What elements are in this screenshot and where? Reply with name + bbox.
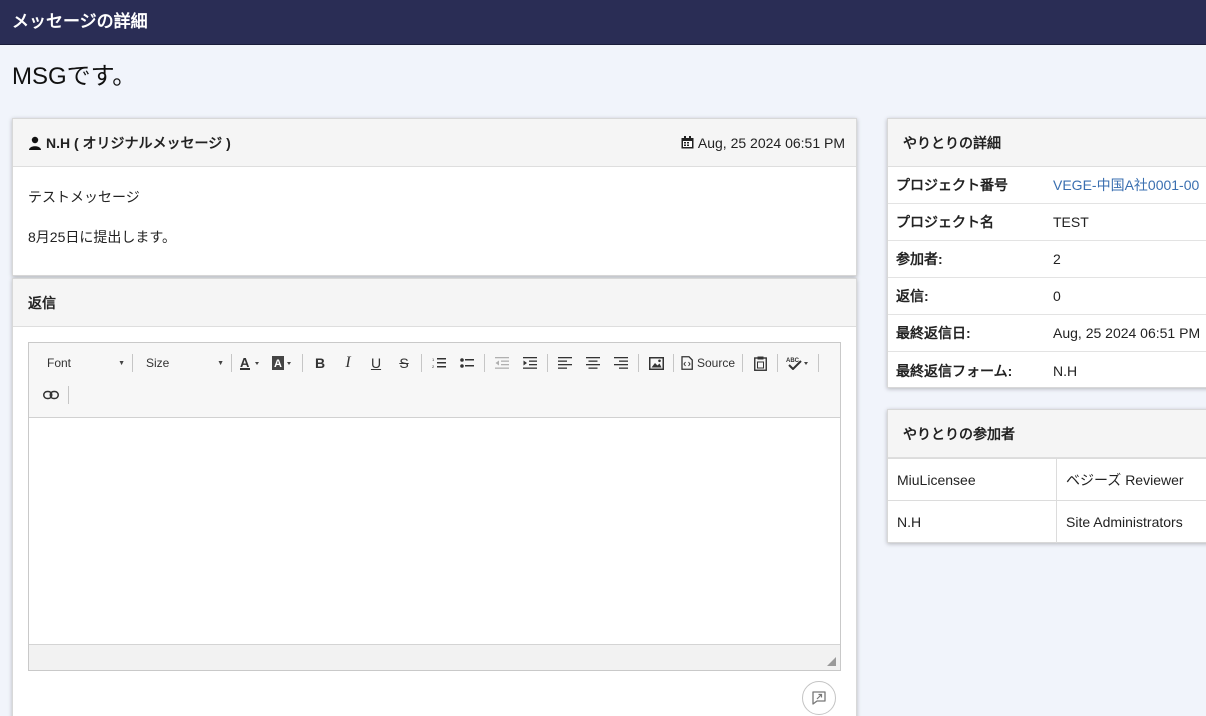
message-date: Aug, 25 2024 06:51 PM <box>681 135 845 151</box>
thread-details-panel: やりとりの詳細 プロジェクト番号 VEGE-中国A社0001-00 プロジェクト… <box>887 118 1206 388</box>
font-select[interactable]: Font ▼ <box>37 352 129 374</box>
thread-details-header: やりとりの詳細 <box>888 119 1206 167</box>
detail-label: 最終返信日: <box>896 325 971 341</box>
underline-icon[interactable]: U <box>362 351 390 375</box>
detail-row-last-reply-date: 最終返信日: Aug, 25 2024 06:51 PM <box>888 315 1206 352</box>
align-left-icon[interactable] <box>551 351 579 375</box>
toolbar-divider <box>777 354 779 372</box>
toolbar-divider <box>231 354 232 372</box>
svg-text:A: A <box>240 356 250 370</box>
source-icon <box>681 356 693 370</box>
svg-text:2: 2 <box>432 364 435 369</box>
detail-label: プロジェクト番号 <box>896 177 1008 193</box>
size-select-label: Size <box>146 356 170 370</box>
original-message-panel: N.H ( オリジナルメッセージ ) Aug, 25 2024 06:51 PM… <box>12 118 857 276</box>
participant-role: ベジーズ Reviewer <box>1066 471 1184 488</box>
participants-table: MiuLicensee ベジーズ Reviewer N.H Site Admin… <box>888 458 1206 543</box>
svg-text:A: A <box>274 358 282 370</box>
page-header: メッセージの詳細 <box>0 0 1206 45</box>
indent-icon[interactable] <box>516 351 544 375</box>
calendar-icon <box>681 136 694 149</box>
spellcheck-icon[interactable]: ABC <box>781 351 815 375</box>
detail-label: 返信: <box>896 288 929 304</box>
link-icon[interactable] <box>37 383 65 407</box>
toolbar-divider <box>673 354 674 372</box>
chevron-down-icon: ▼ <box>217 359 224 367</box>
thread-details-table: プロジェクト番号 VEGE-中国A社0001-00 プロジェクト名 TEST 参… <box>888 167 1206 389</box>
user-icon <box>29 136 41 150</box>
toolbar-divider <box>547 354 548 372</box>
detail-label: 最終返信フォーム: <box>896 362 1013 379</box>
project-number-link[interactable]: VEGE-中国A社0001-00 <box>1053 175 1206 195</box>
bold-icon[interactable]: B <box>306 351 334 375</box>
editor-status-bar <box>29 644 840 670</box>
toolbar-divider <box>742 354 744 372</box>
toolbar-divider <box>421 354 422 372</box>
text-color-icon[interactable]: A <box>235 351 267 375</box>
message-subject: MSGです。 <box>12 63 137 90</box>
editor-content-area[interactable] <box>29 418 840 644</box>
align-center-icon[interactable] <box>579 351 607 375</box>
toolbar-divider <box>68 386 69 404</box>
resize-handle-icon[interactable] <box>827 657 836 666</box>
thread-participants-header: やりとりの参加者 <box>888 410 1206 458</box>
message-line: テストメッセージ <box>28 189 140 205</box>
paste-icon[interactable] <box>746 351 774 375</box>
detail-row-project-number: プロジェクト番号 VEGE-中国A社0001-00 <box>888 167 1206 204</box>
original-message-header: N.H ( オリジナルメッセージ ) Aug, 25 2024 06:51 PM <box>13 119 856 167</box>
participant-name: MiuLicensee <box>888 459 1057 500</box>
numbered-list-icon[interactable]: 12 <box>425 351 453 375</box>
strikethrough-icon[interactable]: S <box>390 351 418 375</box>
message-line: 8月25日に提出します。 <box>28 229 176 245</box>
detail-label: 参加者: <box>896 251 943 267</box>
send-reply-icon <box>812 691 826 705</box>
editor-toolbar: Font ▼ Size ▼ A A B I U S 1 2 Source ABC <box>29 343 840 418</box>
chevron-down-icon: ▼ <box>118 359 125 367</box>
background-color-icon[interactable]: A <box>267 351 299 375</box>
svg-text:1: 1 <box>432 357 435 362</box>
message-author-name: N.H ( オリジナルメッセージ ) <box>46 134 231 151</box>
size-select[interactable]: Size ▼ <box>136 352 228 374</box>
participant-name: N.H <box>888 501 1057 543</box>
rich-text-editor: Font ▼ Size ▼ A A B I U S 1 2 Source ABC <box>28 342 841 671</box>
font-select-label: Font <box>47 356 72 370</box>
table-row: MiuLicensee ベジーズ Reviewer <box>888 459 1206 501</box>
participant-role: Site Administrators <box>1066 514 1183 530</box>
reply-panel: 返信 Font ▼ Size ▼ A A B I U S 1 2 Source … <box>12 278 857 716</box>
message-date-text: Aug, 25 2024 06:51 PM <box>697 134 845 151</box>
page-header-title: メッセージの詳細 <box>12 12 148 31</box>
detail-value: N.H <box>1053 362 1078 379</box>
detail-row-participants: 参加者: 2 <box>888 241 1206 278</box>
source-button[interactable]: Source <box>677 351 739 375</box>
thread-participants-panel: やりとりの参加者 MiuLicensee ベジーズ Reviewer N.H S… <box>887 409 1206 543</box>
detail-label: プロジェクト名 <box>896 214 994 230</box>
source-button-label: Source <box>697 356 736 370</box>
detail-value: Aug, 25 2024 06:51 PM <box>1053 325 1201 341</box>
send-reply-button[interactable] <box>802 681 836 715</box>
detail-value: 2 <box>1053 251 1061 267</box>
message-author: N.H ( オリジナルメッセージ ) <box>28 133 231 153</box>
image-icon[interactable] <box>642 351 670 375</box>
message-body: テストメッセージ 8月25日に提出します。 <box>13 167 856 267</box>
detail-row-last-reply-from: 最終返信フォーム: N.H <box>888 352 1206 389</box>
toolbar-divider <box>638 354 639 372</box>
toolbar-divider <box>484 354 485 372</box>
toolbar-divider <box>132 354 133 372</box>
table-row: N.H Site Administrators <box>888 501 1206 543</box>
toolbar-divider <box>302 354 303 372</box>
detail-row-project-name: プロジェクト名 TEST <box>888 204 1206 241</box>
reply-header: 返信 <box>13 279 856 327</box>
detail-value: 0 <box>1053 288 1061 304</box>
align-right-icon[interactable] <box>607 351 635 375</box>
toolbar-divider <box>818 354 820 372</box>
detail-row-replies: 返信: 0 <box>888 278 1206 315</box>
outdent-icon[interactable] <box>488 351 516 375</box>
bulleted-list-icon[interactable] <box>453 351 481 375</box>
detail-value: TEST <box>1053 214 1089 230</box>
italic-icon[interactable]: I <box>334 351 362 375</box>
